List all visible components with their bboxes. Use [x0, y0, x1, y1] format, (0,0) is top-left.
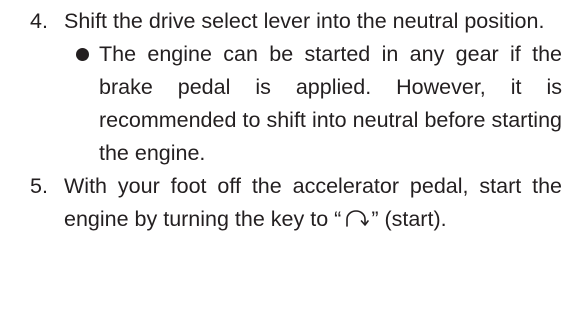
step-text-after: (start). [384, 207, 447, 231]
step-text: Shift the drive select lever into the ne… [64, 9, 545, 33]
quote-open: “ [334, 207, 342, 231]
step-text: With your foot off the accelerator pedal… [64, 174, 562, 231]
step-4: 4. Shift the drive select lever into the… [0, 5, 576, 38]
step-5: 5. With your foot off the accelerator pe… [0, 170, 576, 236]
instruction-document: 4. Shift the drive select lever into the… [0, 5, 576, 236]
quote-close: ” [371, 207, 379, 231]
step-number: 4. [30, 9, 48, 33]
engine-start-icon [346, 210, 370, 227]
note-text: The engine can be started in any gear if… [99, 42, 562, 165]
step-number: 5. [30, 174, 48, 198]
bullet-dot-icon [76, 48, 89, 61]
note-bullet: The engine can be started in any gear if… [0, 38, 576, 170]
